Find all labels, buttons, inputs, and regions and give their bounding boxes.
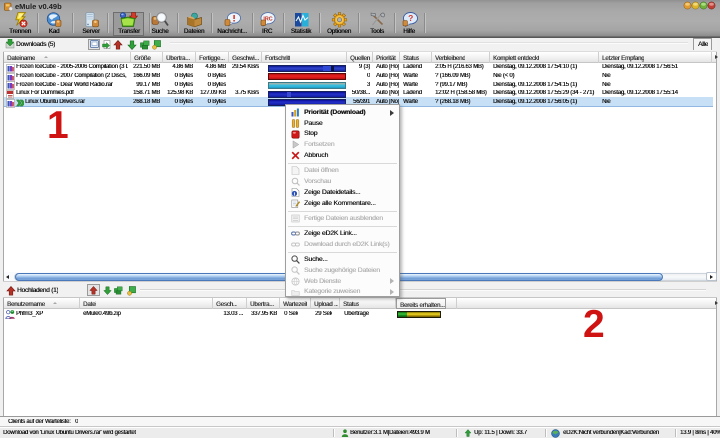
svg-text:?: ? (408, 13, 413, 23)
